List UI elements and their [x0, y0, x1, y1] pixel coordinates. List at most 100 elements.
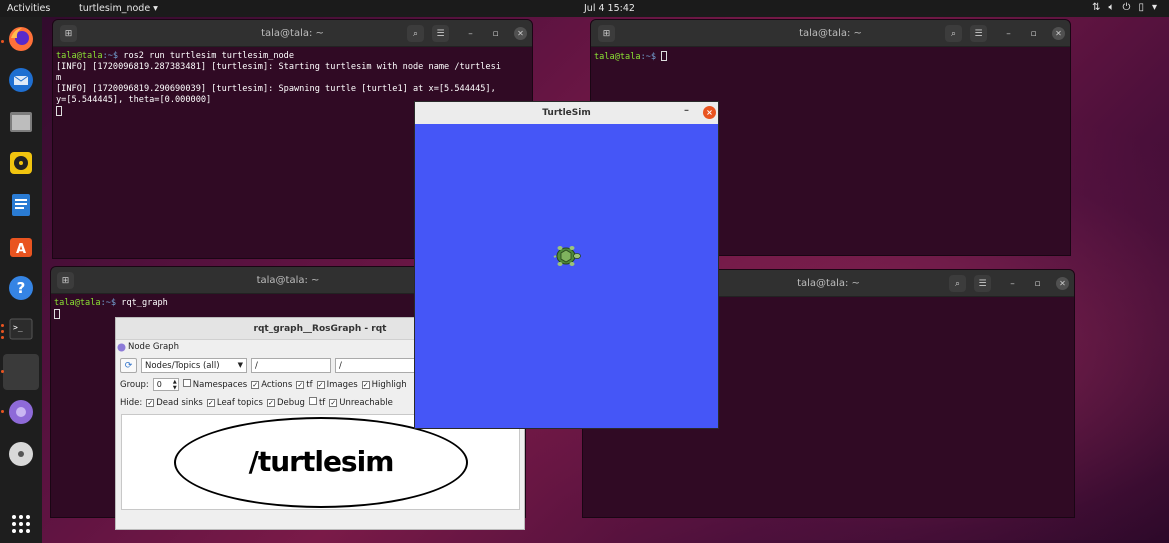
battery-icon: ▯ — [1138, 2, 1144, 13]
graph-mode-value: Nodes/Topics (all) — [145, 360, 220, 371]
group-value: 0 — [156, 380, 162, 389]
terminal-titlebar[interactable]: ⊞ tala@tala: ~ ⌕ ☰ – ▫ ✕ — [53, 20, 532, 47]
refresh-button[interactable]: ⟳ — [120, 358, 137, 373]
terminal-titlebar[interactable]: ⊞ tala@tala: ~ ⌕ ☰ – ▫ ✕ — [591, 20, 1070, 47]
text-cursor — [56, 106, 62, 116]
graph-node-label: /turtlesim — [248, 445, 395, 478]
prompt-path: :~$ — [640, 52, 657, 62]
turtlesim-title: TurtleSim — [542, 108, 591, 118]
group-row: Group: 0 ▲ ▼ Namespaces ✓ Actions ✓ tf ✓ Imag… — [120, 378, 407, 391]
tf-label: tf — [306, 379, 313, 390]
network-icon: ⇅ — [1092, 2, 1101, 13]
text-cursor — [661, 51, 668, 61]
leaf-topics-label: Leaf topics — [216, 397, 263, 408]
turtle-icon — [553, 244, 581, 272]
rqt-icon[interactable] — [3, 354, 39, 390]
unreachable-label: Unreachable — [339, 397, 393, 408]
close-button[interactable]: × — [703, 106, 716, 119]
prompt-user: tala@tala — [594, 52, 641, 62]
minimize-icon[interactable]: – — [462, 25, 479, 42]
images-label: Images — [326, 379, 358, 390]
tf-hide-label: tf — [318, 398, 326, 408]
minimize-icon[interactable]: – — [1000, 25, 1017, 42]
output-line: [INFO] [1720096819.290690039] [turtlesim… — [56, 84, 496, 94]
clock[interactable]: Jul 4 15:42 — [584, 3, 635, 14]
files-icon[interactable] — [6, 107, 36, 137]
namespaces-checkbox[interactable]: Namespaces — [182, 379, 248, 390]
svg-text:>_: >_ — [13, 323, 23, 332]
minimize-icon[interactable]: – — [1004, 275, 1021, 292]
maximize-icon[interactable]: ▫ — [487, 25, 504, 42]
maximize-icon[interactable]: ▫ — [1029, 275, 1046, 292]
turtlesim-window[interactable]: TurtleSim – × — [414, 101, 719, 429]
leaf-topics-checkbox[interactable]: ✓ Leaf topics — [206, 397, 263, 408]
close-icon[interactable]: ✕ — [1056, 277, 1069, 290]
filter-row: ⟳ Nodes/Topics (all) ▼ / / — [120, 358, 415, 373]
unreachable-checkbox[interactable]: ✓ Unreachable — [329, 398, 393, 408]
close-icon[interactable]: ✕ — [1052, 27, 1065, 40]
search-icon[interactable]: ⌕ — [949, 275, 966, 292]
software-icon[interactable]: A — [6, 231, 36, 261]
menu-icon[interactable]: ☰ — [970, 25, 987, 42]
text-cursor — [54, 309, 60, 319]
firefox-icon[interactable] — [6, 24, 36, 54]
prompt-user: tala@tala — [56, 51, 103, 61]
svg-text:A: A — [16, 242, 26, 257]
terminal-title: tala@tala: ~ — [261, 28, 324, 39]
turtle-app-icon[interactable] — [6, 397, 36, 427]
prompt-path: :~$ — [102, 51, 119, 61]
hide-label: Hide: — [120, 397, 143, 408]
system-tray[interactable]: ⇅ 🔈︎ ⏻ ▯ ▾ — [1092, 2, 1157, 13]
turtlesim-titlebar[interactable]: TurtleSim – × — [415, 102, 718, 124]
help-icon[interactable]: ? — [6, 273, 36, 303]
node-filter-input[interactable]: / — [251, 358, 331, 373]
dead-sinks-checkbox[interactable]: ✓ Dead sinks — [146, 398, 203, 408]
refresh-icon: ⟳ — [124, 360, 133, 371]
activities-button[interactable]: Activities — [7, 3, 50, 14]
plugin-icon — [117, 343, 126, 351]
group-spinbox[interactable]: 0 ▲ ▼ — [152, 378, 179, 391]
namespaces-label: Namespaces — [192, 380, 248, 390]
search-icon[interactable]: ⌕ — [945, 25, 962, 42]
menu-icon[interactable]: ☰ — [432, 25, 449, 42]
maximize-icon[interactable]: ▫ — [1025, 25, 1042, 42]
group-label: Group: — [120, 379, 149, 390]
output-line: y=[5.544445], theta=[0.000000] — [56, 95, 212, 105]
app-grid-icon[interactable] — [6, 509, 36, 539]
disc-icon[interactable] — [6, 439, 36, 469]
writer-icon[interactable] — [6, 190, 36, 220]
tf-checkbox[interactable]: ✓ tf — [296, 379, 313, 390]
hide-row: Hide: ✓ Dead sinks ✓ Leaf topics ✓ Debug tf… — [120, 397, 393, 408]
topic-filter-input[interactable]: / — [335, 358, 415, 373]
app-menu[interactable]: turtlesim_node ▾ — [79, 3, 158, 14]
plugin-title: Node Graph — [117, 342, 179, 352]
actions-checkbox[interactable]: ✓ Actions — [251, 380, 292, 390]
output-line: m — [56, 73, 62, 83]
graph-mode-select[interactable]: Nodes/Topics (all) ▼ — [141, 358, 247, 373]
dock: A ? >_ — [0, 17, 42, 543]
command-text: ros2 run turtlesim turtlesim_node — [118, 51, 295, 61]
prompt-path: :~$ — [100, 298, 117, 308]
highlight-checkbox[interactable]: ✓ Highligh — [361, 380, 407, 390]
chevron-down-icon: ▼ — [237, 361, 243, 369]
node-filter-value: / — [255, 360, 258, 371]
menu-icon[interactable]: ☰ — [974, 275, 991, 292]
close-icon[interactable]: ✕ — [514, 27, 527, 40]
debug-checkbox[interactable]: ✓ Debug — [266, 397, 305, 408]
terminal-icon[interactable]: >_ — [6, 314, 36, 344]
minimize-button[interactable]: – — [684, 105, 689, 116]
terminal-title: tala@tala: ~ — [799, 28, 862, 39]
chevron-down-icon: ▾ — [1151, 2, 1157, 13]
debug-label: Debug — [276, 397, 305, 408]
images-checkbox[interactable]: ✓ Images — [316, 379, 358, 390]
plugin-name: Node Graph — [128, 342, 179, 352]
tf-hide-checkbox[interactable]: tf — [308, 397, 326, 408]
svg-text:?: ? — [17, 279, 26, 297]
thunderbird-icon[interactable] — [6, 65, 36, 95]
terminal-output[interactable]: tala@tala:~$ — [591, 47, 1070, 67]
search-icon[interactable]: ⌕ — [407, 25, 424, 42]
spin-arrows-icon: ▲ ▼ — [172, 379, 177, 391]
topic-filter-value: / — [339, 360, 342, 371]
volume-icon: 🔈︎ — [1108, 2, 1115, 13]
rhythmbox-icon[interactable] — [6, 148, 36, 178]
